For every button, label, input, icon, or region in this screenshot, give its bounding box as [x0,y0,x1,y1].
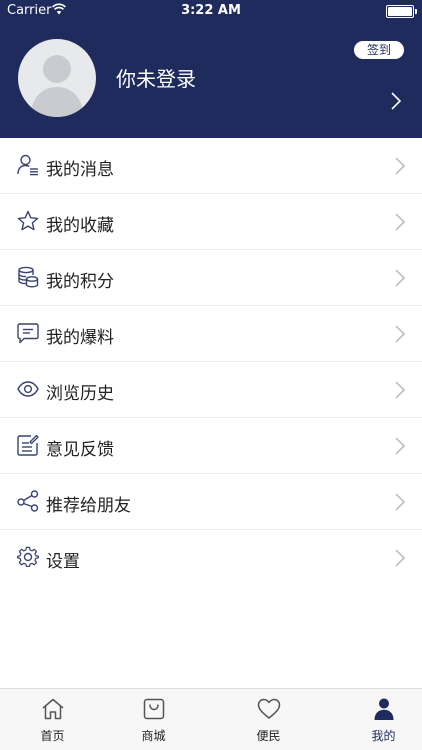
status-bar: Carrier 3:22 AM [0,0,422,22]
menu-item-feedback[interactable]: 意见反馈 [0,418,422,474]
heart-icon [257,698,280,719]
login-prompt[interactable]: 你未登录 [116,63,196,92]
chevron-right-icon [395,325,405,343]
menu-item-label: 我的爆料 [46,328,114,348]
tab-mall[interactable]: 商城 [101,689,206,750]
chevron-right-icon [395,437,405,455]
tab-mine[interactable]: 我的 [331,689,422,750]
feedback-edit-icon [17,434,39,456]
chevron-right-icon [395,213,405,231]
tab-label: 我的 [371,729,396,743]
menu-item-label: 浏览历史 [46,384,114,404]
menu-item-label: 意见反馈 [46,440,114,460]
chevron-right-icon[interactable] [390,92,402,110]
coins-icon [18,266,39,288]
shopping-bag-icon [143,698,164,720]
menu-item-history[interactable]: 浏览历史 [0,362,422,418]
tab-bar: 首页 商城 便民 我的 [0,688,422,750]
chevron-right-icon [395,157,405,175]
user-message-icon [17,154,38,176]
tab-label: 首页 [40,729,65,743]
profile-header: Carrier 3:22 AM 你未登录 签到 [0,0,422,138]
default-avatar-icon [30,55,84,117]
menu-item-reports[interactable]: 我的爆料 [0,306,422,362]
status-time: 3:22 AM [181,3,241,18]
chevron-right-icon [395,493,405,511]
tab-label: 便民 [256,729,281,743]
eye-icon [17,381,39,397]
chevron-right-icon [395,269,405,287]
menu-item-favorites[interactable]: 我的收藏 [0,194,422,250]
tab-services[interactable]: 便民 [216,689,321,750]
star-icon [17,210,39,231]
menu-item-share[interactable]: 推荐给朋友 [0,474,422,530]
chevron-right-icon [395,381,405,399]
menu-item-label: 我的收藏 [46,216,114,236]
tab-home[interactable]: 首页 [0,689,105,750]
menu-list: 我的消息 我的收藏 我的积分 我的爆料 浏览历史 意见反馈 推荐给朋友 设置 [0,138,422,586]
home-icon [42,698,63,720]
gear-icon [17,546,39,568]
menu-item-label: 推荐给朋友 [46,496,131,516]
person-icon [374,698,393,720]
chevron-right-icon [395,549,405,567]
battery-icon [386,5,417,18]
menu-item-label: 设置 [46,552,80,572]
tab-label: 商城 [141,729,166,743]
menu-item-messages[interactable]: 我的消息 [0,138,422,194]
profile-screen: Carrier 3:22 AM 你未登录 签到 我的消息 我的收藏 我的积分 我… [0,0,422,750]
menu-item-label: 我的积分 [46,272,114,292]
menu-item-label: 我的消息 [46,160,114,180]
menu-item-points[interactable]: 我的积分 [0,250,422,306]
chat-bubble-icon [17,323,39,344]
checkin-button[interactable]: 签到 [354,41,404,59]
share-icon [17,490,39,512]
menu-item-settings[interactable]: 设置 [0,530,422,586]
avatar[interactable] [18,39,96,117]
